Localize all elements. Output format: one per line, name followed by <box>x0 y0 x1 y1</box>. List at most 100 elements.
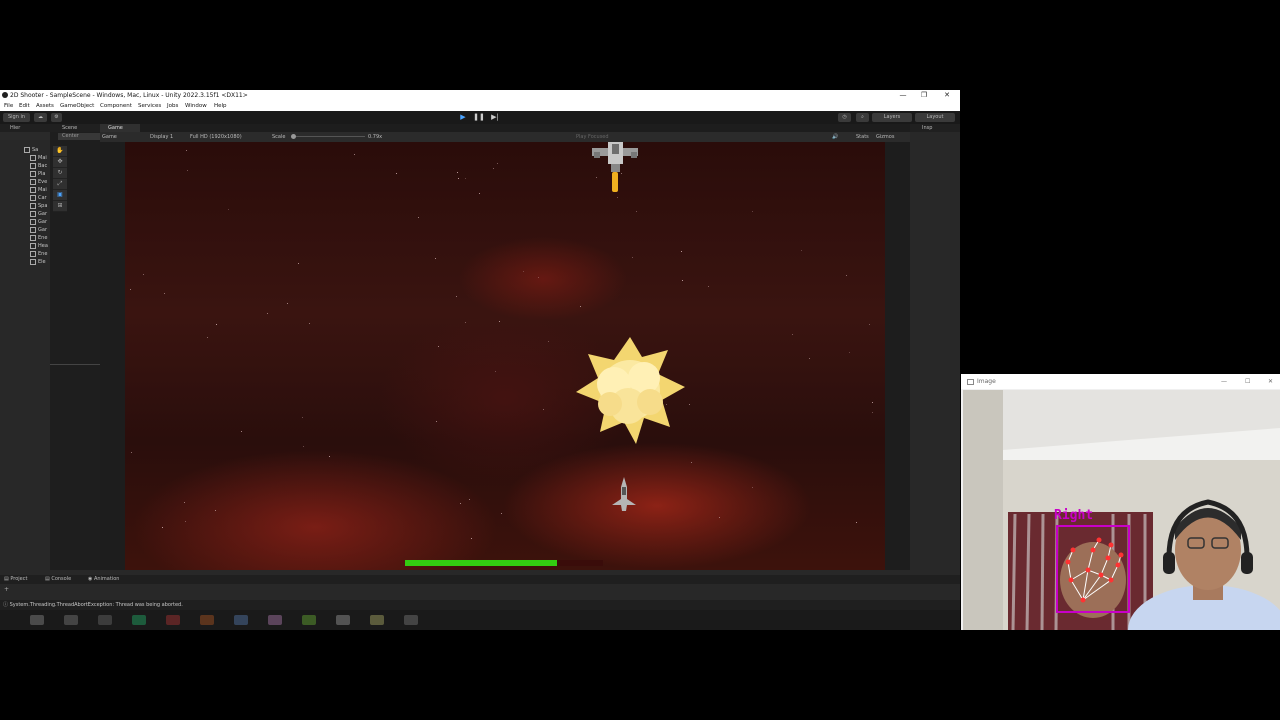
menu-services[interactable]: Services <box>138 101 161 111</box>
scale-tool-icon[interactable]: ⤢ <box>53 179 67 190</box>
game-tab-label: Game <box>108 125 123 131</box>
enemy-ship <box>592 142 638 192</box>
camera-close-button[interactable]: ✕ <box>1268 374 1273 389</box>
taskbar-app-icon[interactable] <box>336 615 350 625</box>
add-icon[interactable]: + <box>4 586 9 593</box>
hierarchy-item[interactable]: Mai <box>30 186 47 194</box>
gameobject-icon <box>24 146 30 153</box>
display-dropdown[interactable]: Display 1 <box>150 132 173 142</box>
star <box>856 522 857 523</box>
star <box>228 209 229 210</box>
play-focused-dropdown[interactable]: Play Focused <box>576 132 609 142</box>
taskbar-app-icon[interactable] <box>370 615 384 625</box>
hierarchy-item-label: Eve <box>38 179 48 185</box>
tab-game[interactable]: Game <box>100 124 140 132</box>
scale-slider-track[interactable] <box>293 136 365 137</box>
tab-console[interactable]: ▤ Console <box>45 575 71 584</box>
star <box>457 172 458 173</box>
tab-scene[interactable]: Scene <box>50 124 100 132</box>
webcam-feed: Right <box>963 390 1280 630</box>
taskbar-app-icon[interactable] <box>30 615 44 625</box>
maximize-button[interactable]: ❐ <box>913 90 935 101</box>
hierarchy-search-input[interactable] <box>0 132 50 140</box>
sign-in-button[interactable]: Sign in <box>3 113 30 122</box>
taskbar-app-icon[interactable] <box>64 615 78 625</box>
taskbar-app-icon[interactable] <box>132 615 146 625</box>
window-title: 2D Shooter - SampleScene - Windows, Mac,… <box>10 92 248 99</box>
game-viewport[interactable] <box>125 142 885 570</box>
menu-component[interactable]: Component <box>100 101 132 111</box>
gizmos-dropdown[interactable]: Gizmos <box>876 132 894 142</box>
close-button[interactable]: ✕ <box>936 90 958 101</box>
hierarchy-item[interactable]: Hea <box>30 242 48 250</box>
menu-gameobject[interactable]: GameObject <box>60 101 94 111</box>
hierarchy-item[interactable]: Mai <box>30 154 47 162</box>
taskbar-app-icon[interactable] <box>404 615 418 625</box>
hierarchy-item-label: Mai <box>38 155 47 161</box>
minimize-button[interactable]: — <box>892 90 914 101</box>
menu-assets[interactable]: Assets <box>36 101 54 111</box>
star <box>465 178 466 179</box>
stats-button[interactable]: Stats <box>856 132 869 142</box>
tab-animation[interactable]: ◉ Animation <box>88 575 119 584</box>
rotate-tool-icon[interactable]: ↻ <box>53 168 67 179</box>
pause-icon[interactable]: ❚❚ <box>473 113 485 122</box>
hand-tool-icon[interactable]: ✋ <box>53 146 67 157</box>
hierarchy-item[interactable]: Bac <box>30 162 47 170</box>
collab-icon[interactable]: ⚙ <box>51 113 62 122</box>
layers-dropdown[interactable]: Layers <box>872 113 912 122</box>
layout-dropdown[interactable]: Layout <box>915 113 955 122</box>
hierarchy-tab-label: Hier <box>10 125 21 131</box>
unity-logo-icon <box>2 92 8 98</box>
scale-slider-handle[interactable] <box>291 134 296 139</box>
taskbar-app-icon[interactable] <box>98 615 112 625</box>
taskbar-app-icon[interactable] <box>234 615 248 625</box>
pivot-dropdown[interactable]: Center <box>58 133 100 140</box>
hierarchy-item[interactable]: Ene <box>30 250 47 258</box>
resolution-dropdown[interactable]: Full HD (1920x1080) <box>190 132 242 142</box>
transform-tool-icon[interactable]: ⊞ <box>53 201 67 212</box>
game-mode-dropdown[interactable]: Game <box>102 132 117 142</box>
hierarchy-item[interactable]: Gar <box>30 218 47 226</box>
hierarchy-item[interactable]: Gar <box>30 210 47 218</box>
star <box>186 150 187 151</box>
hierarchy-item[interactable]: Car <box>30 194 47 202</box>
hierarchy-item[interactable]: Ele <box>30 258 46 266</box>
explosion <box>576 337 685 444</box>
menu-jobs[interactable]: Jobs <box>167 101 178 111</box>
star <box>497 163 498 164</box>
hierarchy-item[interactable]: Eve <box>30 178 47 186</box>
taskbar-app-icon[interactable] <box>166 615 180 625</box>
step-icon[interactable]: ▶| <box>489 113 501 122</box>
tab-project[interactable]: ▤ Project <box>4 575 27 584</box>
menu-help[interactable]: Help <box>214 101 227 111</box>
hierarchy-item[interactable]: Spa <box>30 202 47 210</box>
hierarchy-item[interactable]: Ene <box>30 234 47 242</box>
gameobject-icon <box>30 186 36 193</box>
taskbar-app-icon[interactable] <box>200 615 214 625</box>
star <box>548 341 549 342</box>
taskbar-app-icon[interactable] <box>302 615 316 625</box>
rect-tool-icon[interactable]: ▣ <box>53 190 67 201</box>
hierarchy-item-label: Hea <box>38 243 48 249</box>
taskbar-app-icon[interactable] <box>268 615 282 625</box>
menu-edit[interactable]: Edit <box>19 101 30 111</box>
star <box>719 517 720 518</box>
play-icon[interactable]: ▶ <box>457 113 469 122</box>
mute-audio-icon[interactable]: 🔊 <box>832 132 838 142</box>
move-tool-icon[interactable]: ✥ <box>53 157 67 168</box>
camera-minimize-button[interactable]: — <box>1221 374 1227 389</box>
menu-window[interactable]: Window <box>185 101 207 111</box>
camera-maximize-button[interactable]: ☐ <box>1245 374 1250 389</box>
status-message[interactable]: System.Threading.ThreadAbortException: T… <box>10 602 183 608</box>
tab-inspector[interactable]: Insp <box>910 124 960 132</box>
cloud-icon[interactable]: ☁ <box>34 113 47 122</box>
hierarchy-item[interactable]: Gar <box>30 226 47 234</box>
hierarchy-item[interactable]: Sa <box>24 146 38 154</box>
history-icon[interactable]: ◷ <box>838 113 851 122</box>
hierarchy-item[interactable]: Pla <box>30 170 45 178</box>
tab-hierarchy[interactable]: Hier <box>0 124 50 132</box>
search-icon[interactable]: ⌕ <box>856 113 869 122</box>
star <box>241 431 242 432</box>
menu-file[interactable]: File <box>4 101 13 111</box>
